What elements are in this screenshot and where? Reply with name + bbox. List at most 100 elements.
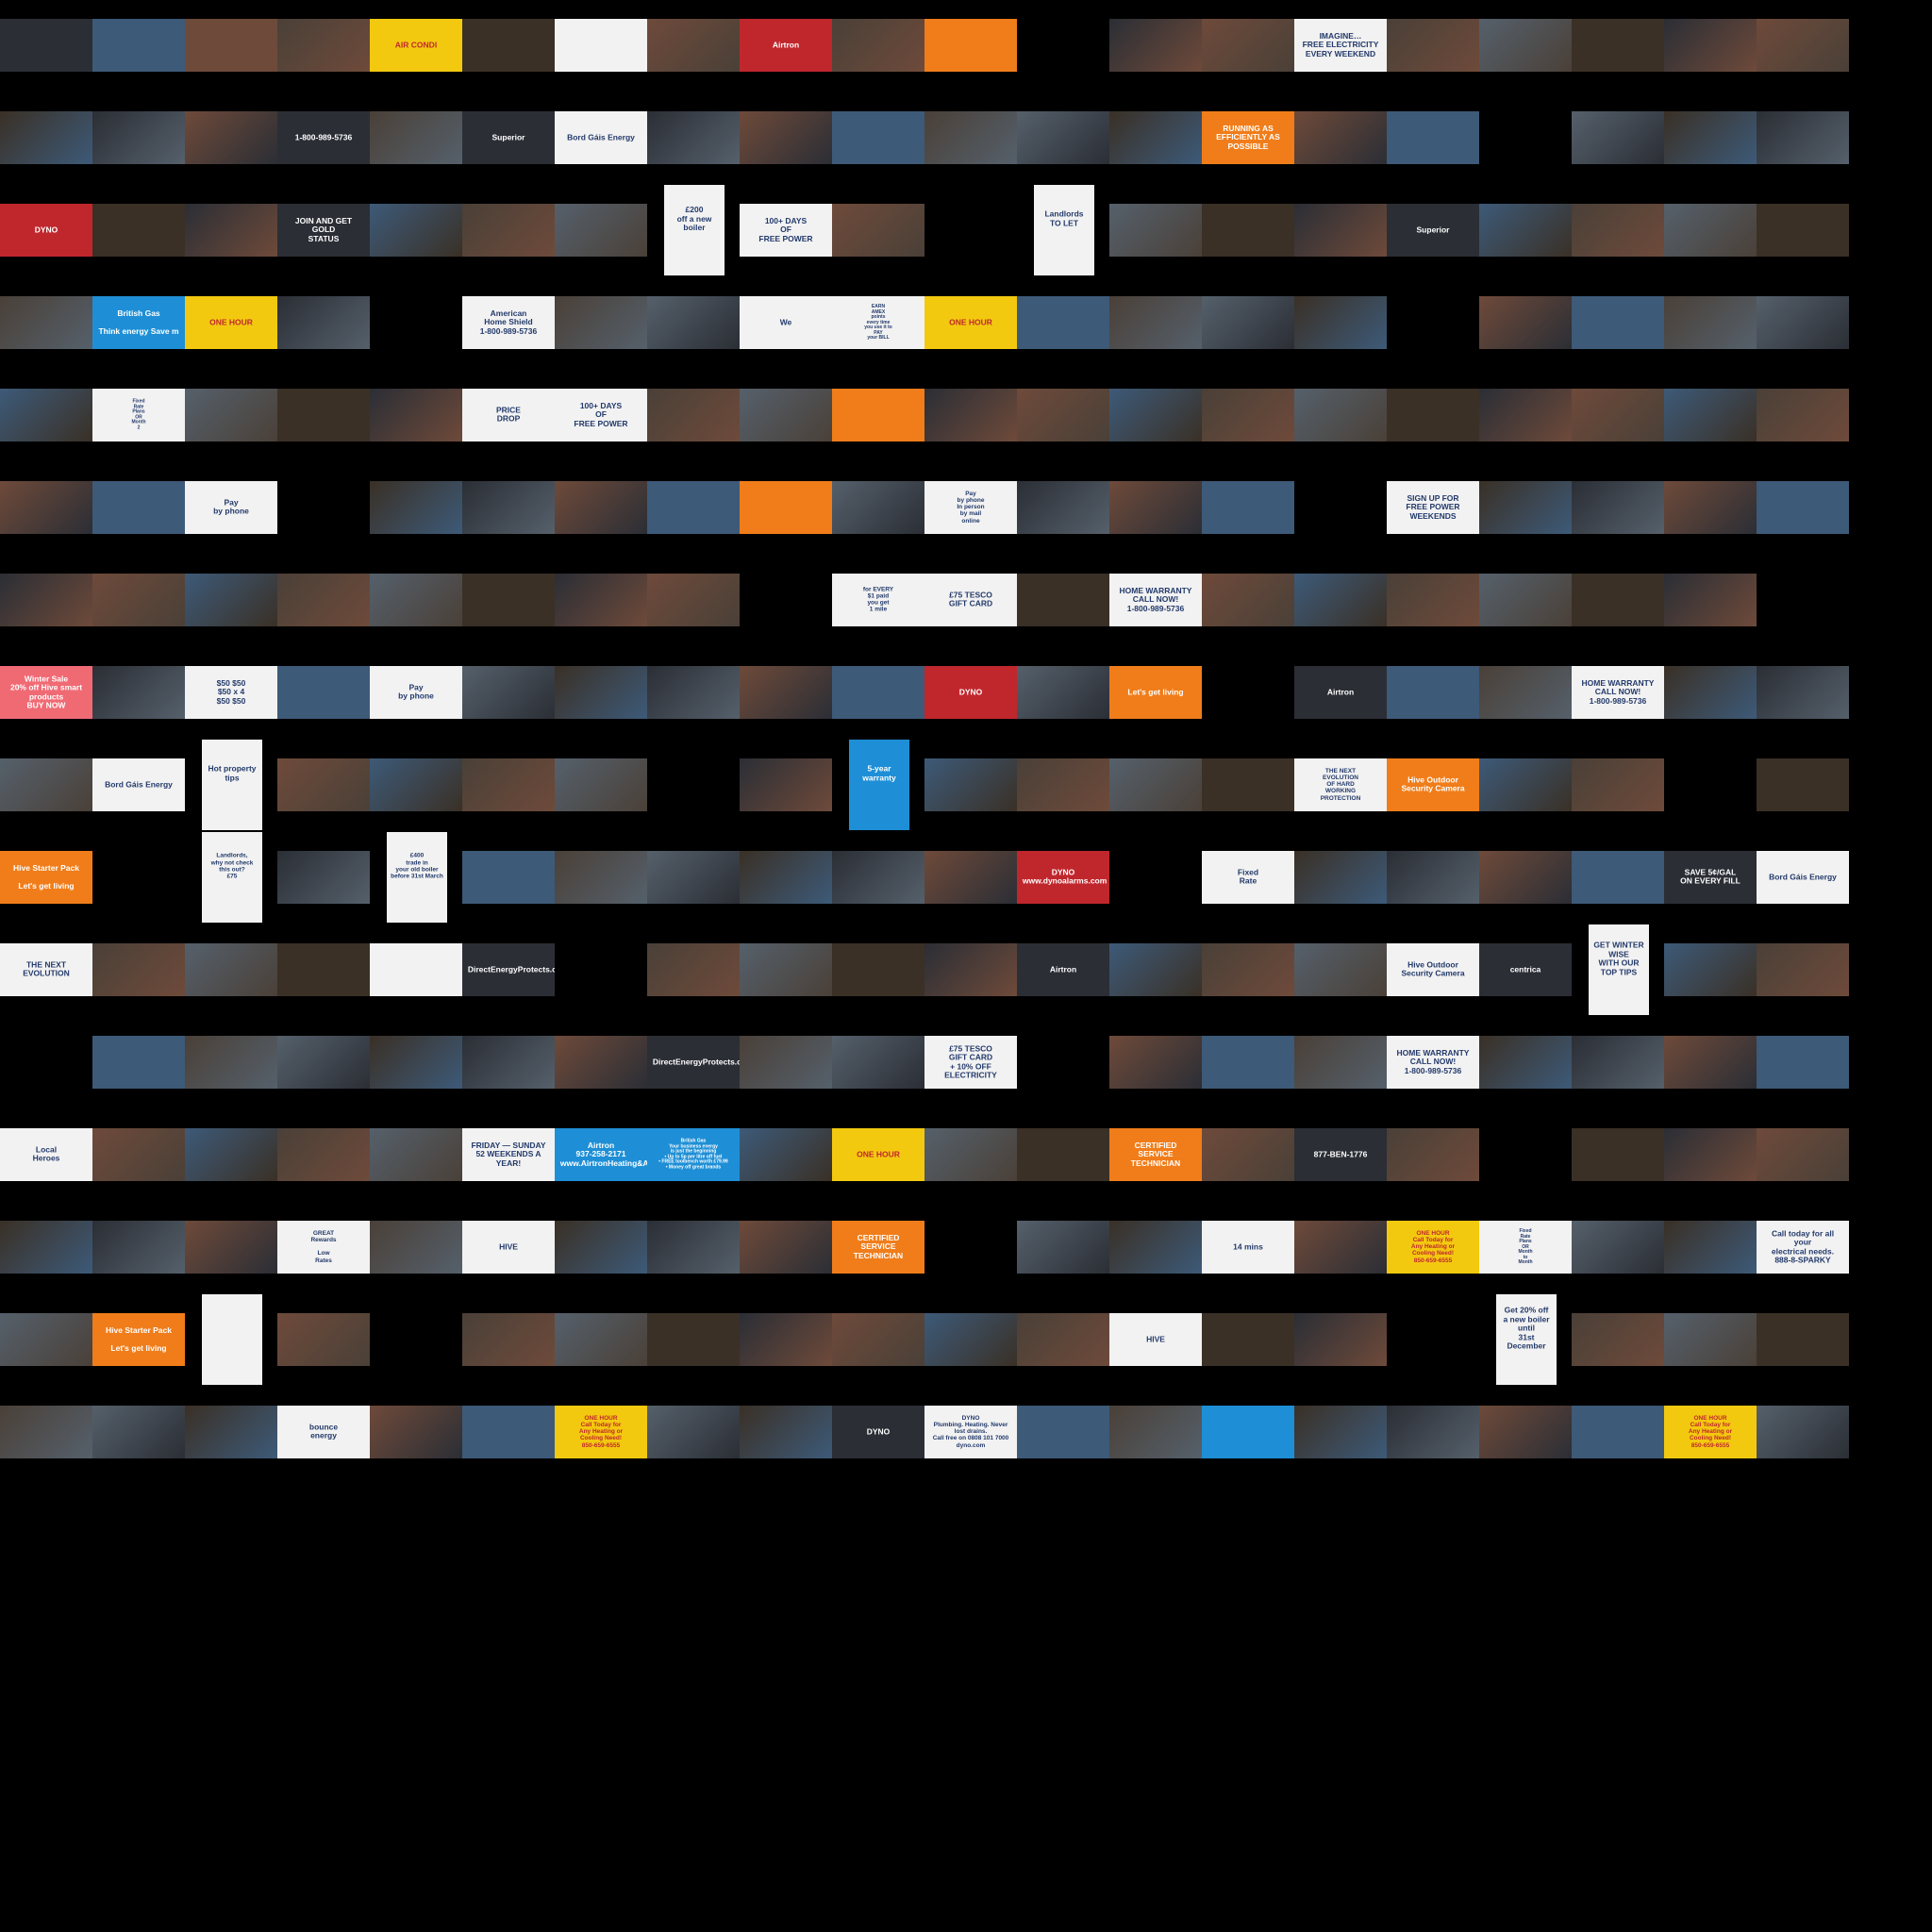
video-thumbnail: [1109, 19, 1202, 72]
video-thumbnail: [1664, 943, 1757, 996]
thumbnail-caption: SIGN UP FOR FREE POWER WEEKENDS: [1406, 492, 1460, 521]
video-thumbnail: [92, 666, 185, 719]
ad-thumbnail: IMAGINE… FREE ELECTRICITY EVERY WEEKEND: [1294, 19, 1387, 72]
thumbnail-caption: FRIDAY — SUNDAY 52 WEEKENDS A YEAR!: [471, 1140, 546, 1168]
ad-thumbnail: DirectEnergyProtects.com: [647, 1036, 740, 1089]
video-thumbnail: [740, 111, 832, 164]
thumbnail-caption: RUNNING AS EFFICIENTLY AS POSSIBLE: [1216, 123, 1280, 151]
ad-thumbnail: DYNO Plumbing. Heating. Never lost drain…: [924, 1406, 1017, 1458]
ad-thumbnail: American Home Shield 1-800-989-5736: [462, 296, 555, 349]
thumbnail-caption: Landlords TO LET: [1044, 209, 1084, 228]
thumbnail-caption: CERTIFIED SERVICE TECHNICIAN: [853, 1232, 904, 1260]
thumbnail-caption: HIVE: [1146, 1334, 1165, 1344]
ad-thumbnail: AIR CONDI: [370, 19, 462, 72]
ad-thumbnail: 877-BEN-1776: [1294, 1128, 1387, 1181]
video-thumbnail: [1479, 389, 1572, 441]
thumbnail-caption: bounce energy: [308, 1422, 339, 1441]
video-thumbnail: [370, 1036, 462, 1089]
video-thumbnail: [647, 389, 740, 441]
video-thumbnail: [370, 1221, 462, 1274]
ad-thumbnail: GREAT Rewards Low Rates: [277, 1221, 370, 1274]
video-thumbnail: [92, 1128, 185, 1181]
thumbnail-mosaic: AIR CONDI Airtron IMAGINE… FREE ELECTRICIT…: [0, 0, 1932, 1932]
video-thumbnail: [555, 204, 647, 257]
video-thumbnail: [1294, 1036, 1387, 1089]
ad-thumbnail: British Gas Your business energy is just…: [647, 1128, 740, 1181]
thumbnail-caption: GREAT Rewards Low Rates: [310, 1230, 337, 1264]
thumbnail-caption: DYNO: [958, 687, 983, 697]
video-thumbnail: [462, 758, 555, 811]
video-thumbnail: [1757, 1036, 1849, 1089]
ad-thumbnail: [832, 389, 924, 441]
video-thumbnail: [1664, 111, 1757, 164]
thumbnail-caption: Winter Sale 20% off Hive smart products …: [9, 674, 83, 710]
thumbnail-caption: Airtron: [772, 40, 800, 50]
thumbnail-caption: THE NEXT EVOLUTION OF HARD WORKING PROTE…: [1320, 768, 1361, 802]
video-thumbnail: [1017, 1406, 1109, 1458]
video-thumbnail: [0, 1313, 92, 1366]
ad-thumbnail: £75 TESCO GIFT CARD: [924, 574, 1017, 626]
thumbnail-caption: Hive Starter Pack Let's get living: [106, 1324, 172, 1353]
ad-thumbnail: Hive Starter Pack Let's get living: [92, 1313, 185, 1366]
video-thumbnail: [1202, 389, 1294, 441]
video-thumbnail: [832, 204, 924, 257]
video-thumbnail: [92, 204, 185, 257]
video-thumbnail: [555, 1221, 647, 1274]
print-ad-thumbnail: £200 off a new boiler: [664, 185, 724, 275]
video-thumbnail: [0, 574, 92, 626]
video-thumbnail: [277, 19, 370, 72]
ad-thumbnail: HIVE: [1109, 1313, 1202, 1366]
thumbnail-caption: ONE HOUR Call Today for Any Heating or C…: [1410, 1230, 1456, 1264]
video-thumbnail: [1757, 111, 1849, 164]
ad-thumbnail: THE NEXT EVOLUTION: [0, 943, 92, 996]
video-thumbnail: [1572, 851, 1664, 904]
video-thumbnail: [462, 481, 555, 534]
ad-thumbnail: RUNNING AS EFFICIENTLY AS POSSIBLE: [1202, 111, 1294, 164]
thumbnail-caption: Landlords, why not check this out? £75: [210, 853, 254, 880]
video-thumbnail: [462, 1036, 555, 1089]
video-thumbnail: [185, 204, 277, 257]
video-thumbnail: [277, 666, 370, 719]
thumbnail-caption: British Gas Think energy Save m: [98, 308, 179, 336]
video-thumbnail: [647, 1313, 740, 1366]
video-thumbnail: [185, 111, 277, 164]
video-thumbnail: [1479, 296, 1572, 349]
thumbnail-caption: ONE HOUR: [949, 317, 992, 327]
video-thumbnail: [185, 1036, 277, 1089]
video-thumbnail: [462, 19, 555, 72]
video-thumbnail: [1664, 574, 1757, 626]
video-thumbnail: [740, 1313, 832, 1366]
thumbnail-caption: DYNO Plumbing. Heating. Never lost drain…: [932, 1415, 1009, 1449]
thumbnail-caption: DirectEnergyProtects.com: [467, 964, 555, 974]
video-thumbnail: [647, 1406, 740, 1458]
video-thumbnail: [1479, 1036, 1572, 1089]
video-thumbnail: [92, 481, 185, 534]
video-thumbnail: [1757, 19, 1849, 72]
video-thumbnail: [1017, 1313, 1109, 1366]
video-thumbnail: [740, 758, 832, 811]
video-thumbnail: [740, 666, 832, 719]
video-thumbnail: [1017, 481, 1109, 534]
ad-thumbnail: Fixed Rate Plans OR Month 2: [92, 389, 185, 441]
video-thumbnail: [1479, 204, 1572, 257]
video-thumbnail: [1572, 1313, 1664, 1366]
video-thumbnail: [832, 943, 924, 996]
video-thumbnail: [1202, 19, 1294, 72]
video-thumbnail: [740, 1036, 832, 1089]
video-thumbnail: [1294, 389, 1387, 441]
ad-thumbnail: PRICE DROP: [462, 389, 555, 441]
video-thumbnail: [1109, 1221, 1202, 1274]
ad-thumbnail: ONE HOUR: [185, 296, 277, 349]
video-thumbnail: [1479, 758, 1572, 811]
thumbnail-caption: Local Heroes: [32, 1144, 60, 1163]
thumbnail-caption: DYNO: [34, 225, 58, 235]
video-thumbnail: [1109, 758, 1202, 811]
video-thumbnail: [1572, 204, 1664, 257]
video-thumbnail: [1757, 204, 1849, 257]
ad-thumbnail: 100+ DAYS OF FREE POWER: [740, 204, 832, 257]
thumbnail-caption: IMAGINE… FREE ELECTRICITY EVERY WEEKEND: [1302, 30, 1379, 58]
video-thumbnail: [1572, 1221, 1664, 1274]
video-thumbnail: [647, 574, 740, 626]
thumbnail-caption: ONE HOUR: [209, 317, 253, 327]
video-thumbnail: [1202, 296, 1294, 349]
